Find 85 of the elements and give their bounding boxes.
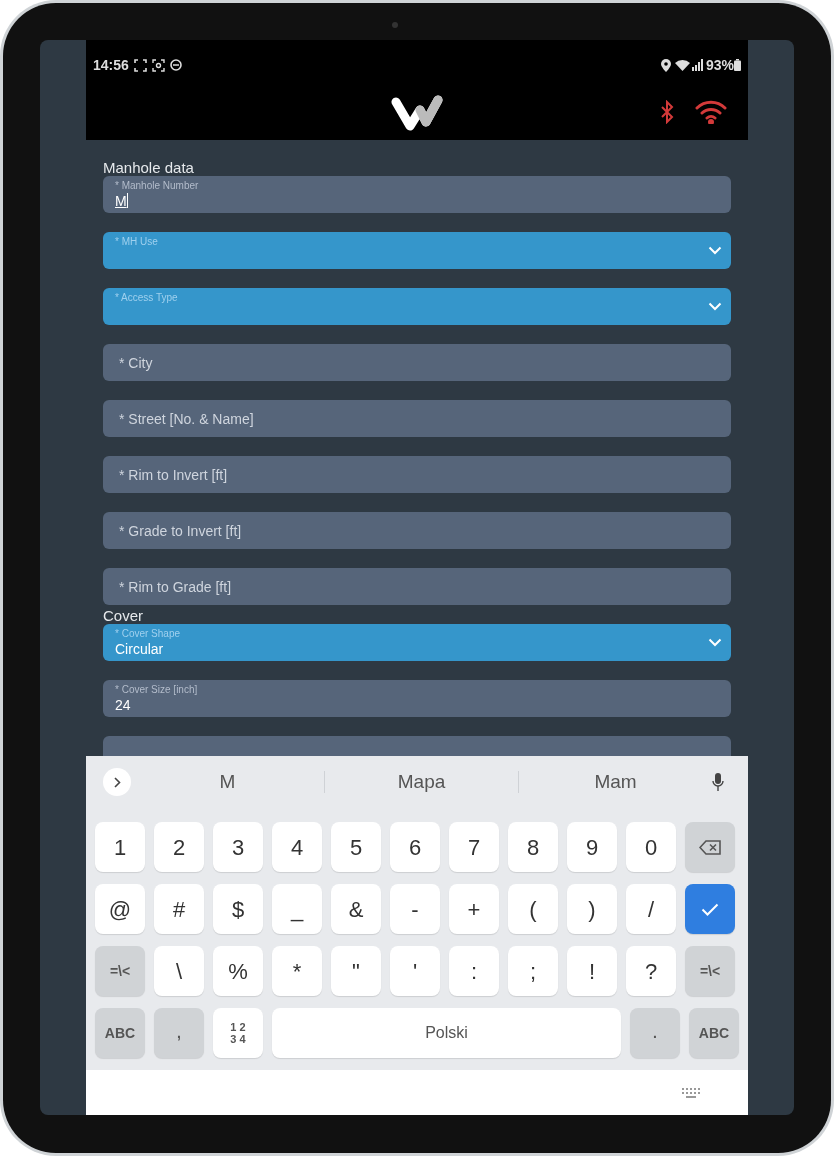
space-key[interactable]: Polski: [272, 1008, 621, 1058]
key[interactable]: =\<: [685, 946, 735, 996]
key[interactable]: 2: [154, 822, 204, 872]
suggestion[interactable]: Mapa: [397, 767, 446, 797]
key[interactable]: !: [567, 946, 617, 996]
input-field[interactable]: * Cover Size [inch] 24: [103, 680, 731, 717]
key[interactable]: @: [95, 884, 145, 934]
key[interactable]: *: [272, 946, 322, 996]
key[interactable]: (: [508, 884, 558, 934]
field-placeholder: * City: [119, 353, 153, 372]
section-title: Manhole data: [103, 160, 195, 176]
wifi-icon: [674, 59, 690, 71]
key[interactable]: 6: [390, 822, 440, 872]
field-placeholder: * Grade to Invert [ft]: [119, 521, 242, 540]
field-value: Circular: [115, 639, 164, 658]
battery-percent: 93%: [705, 55, 734, 75]
bluetooth-icon[interactable]: [660, 100, 674, 124]
key[interactable]: ?: [626, 946, 676, 996]
numpad-key[interactable]: 1 2 3 4: [213, 1008, 263, 1058]
key[interactable]: 5: [331, 822, 381, 872]
field-label: * MH Use: [115, 235, 159, 248]
input-field[interactable]: * Rim to Grade [ft]: [103, 568, 731, 605]
field-placeholder: * Street [No. & Name]: [119, 409, 254, 428]
key[interactable]: +: [449, 884, 499, 934]
field-value: M: [115, 191, 127, 210]
field-placeholder: * Rim to Invert [ft]: [119, 465, 228, 484]
input-field[interactable]: * Street [No. & Name]: [103, 400, 731, 437]
backspace-key[interactable]: [685, 822, 735, 872]
key[interactable]: \: [154, 946, 204, 996]
expand-button[interactable]: [103, 768, 131, 796]
checkmark-icon: [701, 902, 719, 916]
key[interactable]: ABC: [689, 1008, 739, 1058]
wifi-icon[interactable]: [695, 100, 727, 124]
input-field[interactable]: * Manhole Number M: [103, 176, 731, 213]
key[interactable]: .: [630, 1008, 680, 1058]
key[interactable]: ': [390, 946, 440, 996]
key[interactable]: 8: [508, 822, 558, 872]
microphone-icon[interactable]: [712, 773, 724, 791]
field-label: * Cover Shape: [115, 627, 182, 640]
key[interactable]: ,: [154, 1008, 204, 1058]
keyboard-hide-icon[interactable]: [682, 1087, 700, 1098]
backspace-icon: [699, 839, 721, 855]
key[interactable]: 7: [449, 822, 499, 872]
field-label: * Access Type: [115, 291, 179, 304]
key[interactable]: :: [449, 946, 499, 996]
input-field[interactable]: * Grade to Invert [ft]: [103, 512, 731, 549]
key[interactable]: 3: [213, 822, 263, 872]
location-icon: [660, 58, 671, 72]
status-time: 14:56: [93, 55, 129, 75]
do-not-disturb-icon: [169, 59, 182, 71]
key[interactable]: 0: [626, 822, 676, 872]
chevron-right-icon: [113, 776, 121, 788]
signal-icon: [691, 59, 704, 71]
chevron-down-icon: [708, 246, 722, 255]
input-field[interactable]: * Rim to Invert [ft]: [103, 456, 731, 493]
text-cursor: [126, 193, 129, 208]
chevron-down-icon: [708, 638, 722, 647]
field-value: 24: [115, 695, 131, 714]
field-placeholder: * Rim to Grade [ft]: [119, 577, 232, 596]
battery-icon: [734, 59, 741, 71]
key[interactable]: /: [626, 884, 676, 934]
key[interactable]: 4: [272, 822, 322, 872]
section-title: Cover: [103, 608, 144, 624]
field-label: * Cover Size [inch]: [115, 683, 199, 696]
key[interactable]: %: [213, 946, 263, 996]
key[interactable]: -: [390, 884, 440, 934]
done-key[interactable]: [685, 884, 735, 934]
scan-icon: [151, 58, 165, 72]
key[interactable]: ): [567, 884, 617, 934]
suggestion[interactable]: M: [219, 767, 236, 797]
key[interactable]: ABC: [95, 1008, 145, 1058]
chevron-down-icon: [708, 302, 722, 311]
key[interactable]: &: [331, 884, 381, 934]
key[interactable]: #: [154, 884, 204, 934]
key[interactable]: 1: [95, 822, 145, 872]
key[interactable]: ": [331, 946, 381, 996]
key[interactable]: ;: [508, 946, 558, 996]
suggestion[interactable]: Mam: [594, 767, 637, 797]
input-field[interactable]: * City: [103, 344, 731, 381]
key[interactable]: =\<: [95, 946, 145, 996]
key[interactable]: 9: [567, 822, 617, 872]
screenshot-icon: [133, 58, 147, 72]
key[interactable]: _: [272, 884, 322, 934]
key[interactable]: $: [213, 884, 263, 934]
field-label: * Manhole Number: [115, 179, 200, 192]
